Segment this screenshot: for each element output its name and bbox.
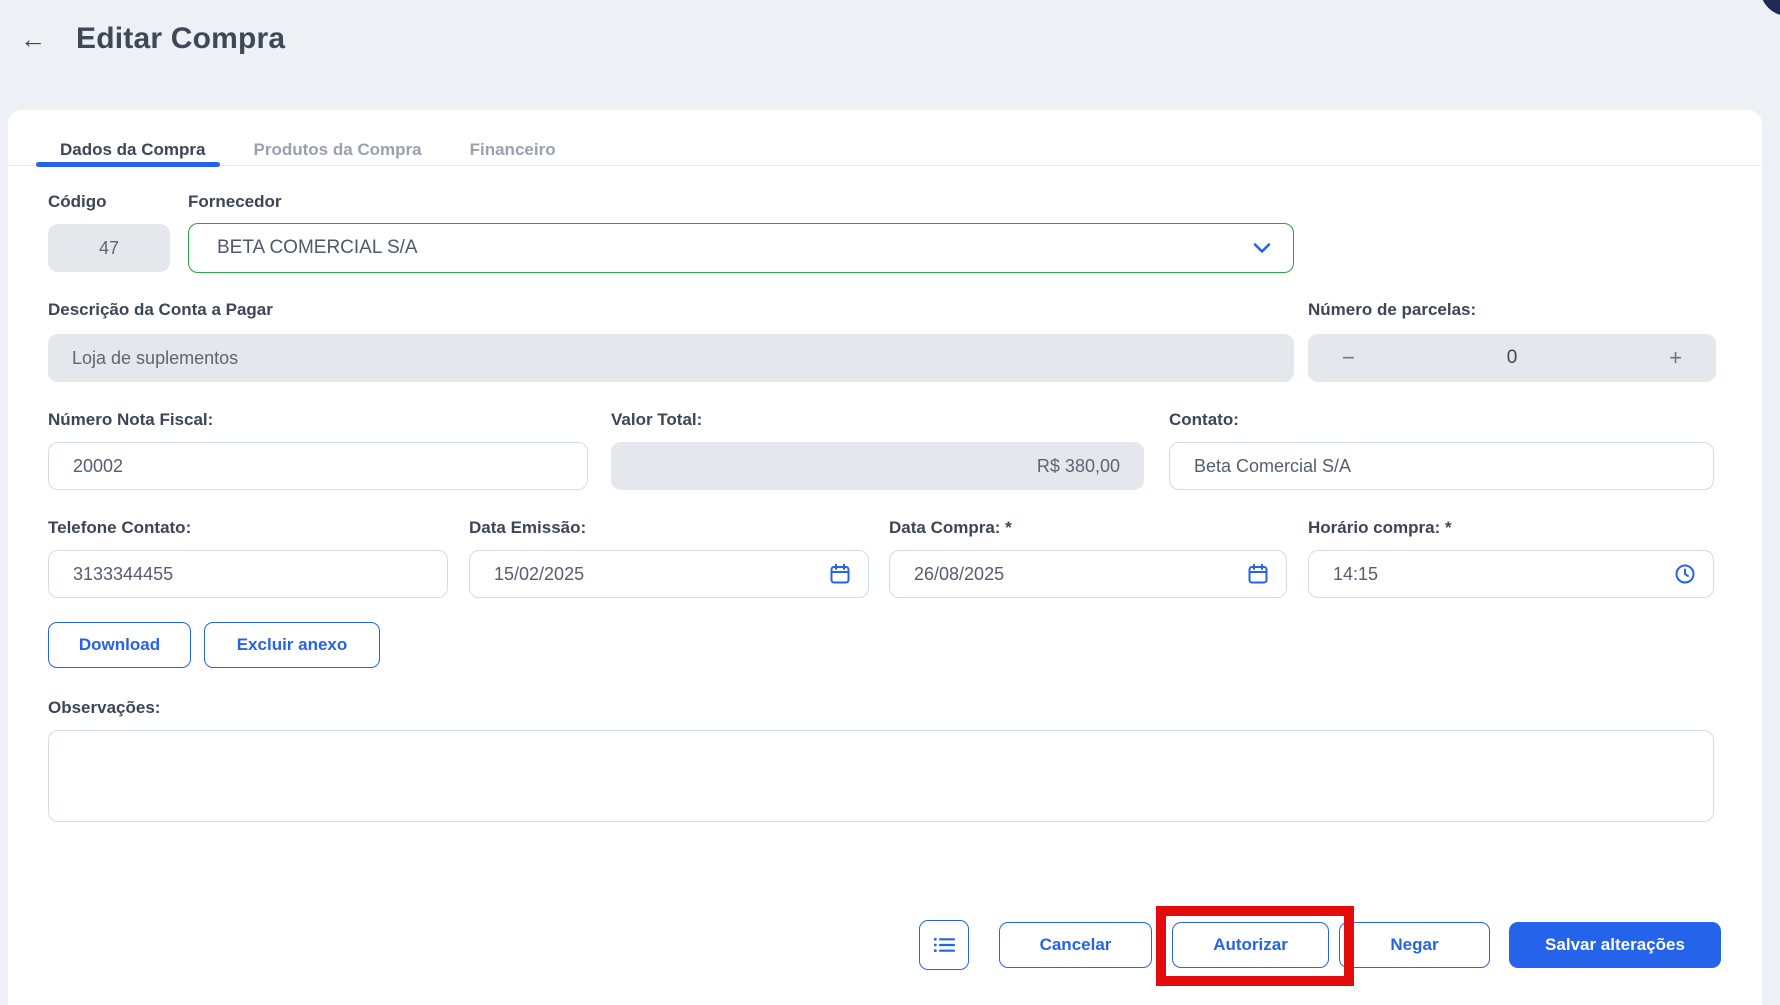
page-title: Editar Compra <box>76 22 285 56</box>
chevron-down-icon <box>1253 242 1271 254</box>
back-arrow-icon[interactable]: ← <box>20 26 46 52</box>
download-button[interactable]: Download <box>48 622 191 668</box>
corner-avatar[interactable] <box>1760 0 1780 16</box>
tab-bar: Dados da Compra Produtos da Compra Finan… <box>36 132 580 178</box>
negar-button[interactable]: Negar <box>1339 922 1490 968</box>
parcelas-stepper: − 0 + <box>1308 334 1716 382</box>
descricao-field <box>48 334 1294 382</box>
tab-dados-da-compra[interactable]: Dados da Compra <box>36 132 229 178</box>
tab-produtos-da-compra[interactable]: Produtos da Compra <box>229 132 445 178</box>
descricao-label: Descrição da Conta a Pagar <box>48 300 273 320</box>
edit-purchase-card: Dados da Compra Produtos da Compra Finan… <box>8 110 1762 1005</box>
page-header: ← Editar Compra <box>20 22 285 56</box>
parcelas-label: Número de parcelas: <box>1308 300 1476 320</box>
parcelas-increment-button[interactable]: + <box>1669 345 1682 371</box>
parcelas-value: 0 <box>1507 347 1518 369</box>
data-compra-field[interactable] <box>889 550 1287 598</box>
observacoes-label: Observações: <box>48 698 160 718</box>
list-button[interactable] <box>919 920 969 970</box>
data-compra-field-wrap <box>889 550 1287 598</box>
salvar-alteracoes-button[interactable]: Salvar alterações <box>1509 922 1721 968</box>
parcelas-decrement-button[interactable]: − <box>1342 345 1355 371</box>
telefone-label: Telefone Contato: <box>48 518 191 538</box>
nota-fiscal-label: Número Nota Fiscal: <box>48 410 213 430</box>
list-icon <box>933 936 955 954</box>
fornecedor-label: Fornecedor <box>188 192 282 212</box>
fornecedor-value: BETA COMERCIAL S/A <box>217 237 418 259</box>
horario-compra-label: Horário compra: * <box>1308 518 1452 538</box>
horario-compra-field[interactable] <box>1308 550 1714 598</box>
valor-total-field <box>611 442 1144 490</box>
data-emissao-field-wrap <box>469 550 869 598</box>
active-tab-underline <box>36 162 220 167</box>
cancelar-button[interactable]: Cancelar <box>999 922 1152 968</box>
contato-field[interactable] <box>1169 442 1714 490</box>
observacoes-textarea[interactable] <box>48 730 1714 822</box>
contato-label: Contato: <box>1169 410 1239 430</box>
tab-financeiro[interactable]: Financeiro <box>446 132 580 178</box>
data-emissao-field[interactable] <box>469 550 869 598</box>
nota-fiscal-field[interactable] <box>48 442 588 490</box>
fornecedor-select[interactable]: BETA COMERCIAL S/A <box>188 223 1294 273</box>
telefone-field[interactable] <box>48 550 448 598</box>
valor-total-label: Valor Total: <box>611 410 702 430</box>
data-compra-label: Data Compra: * <box>889 518 1012 538</box>
tab-divider <box>8 165 1762 166</box>
autorizar-button[interactable]: Autorizar <box>1172 922 1329 968</box>
data-emissao-label: Data Emissão: <box>469 518 586 538</box>
horario-compra-field-wrap <box>1308 550 1714 598</box>
codigo-field <box>48 224 170 272</box>
codigo-label: Código <box>48 192 107 212</box>
excluir-anexo-button[interactable]: Excluir anexo <box>204 622 380 668</box>
